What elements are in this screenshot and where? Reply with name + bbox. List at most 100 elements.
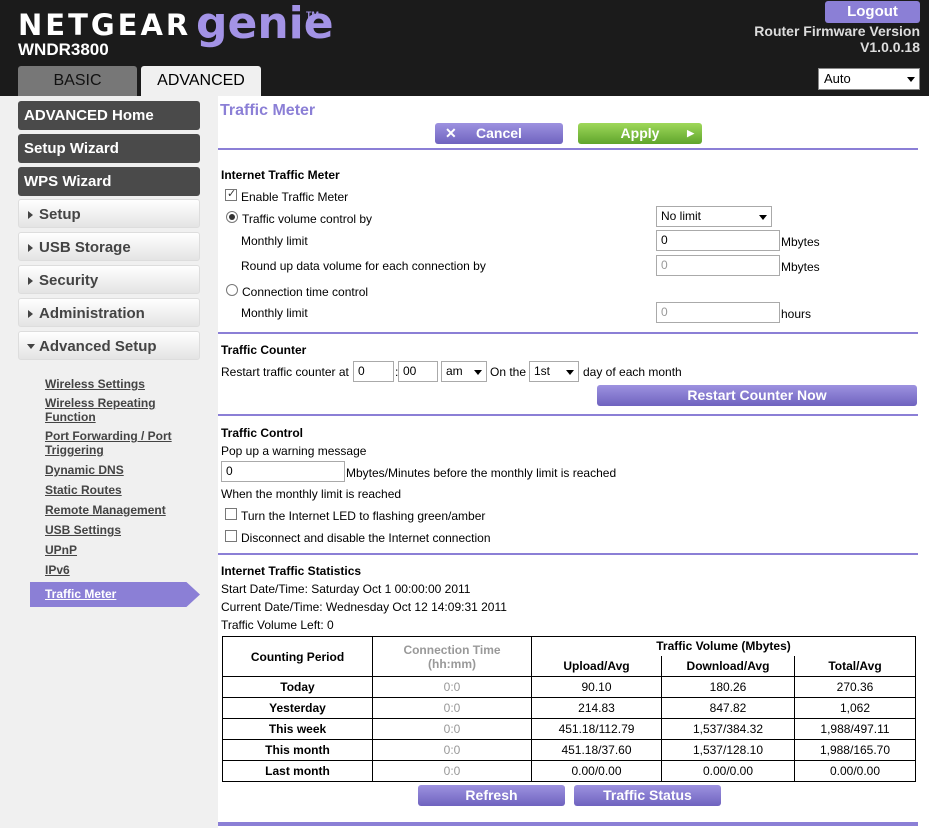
roundup-input[interactable]: 0 (656, 255, 780, 276)
col-connection-time: Connection Time (hh:mm) (372, 636, 532, 677)
on-the-label: On the (490, 365, 527, 379)
tab-basic[interactable]: BASIC (18, 66, 137, 96)
col-period: Counting Period (222, 636, 373, 677)
popup-input[interactable]: 0 (221, 461, 345, 482)
chevron-right-icon (28, 211, 33, 219)
mbytes-unit: Mbytes (781, 235, 820, 249)
chevron-right-icon (28, 244, 33, 252)
sidebar-item-usb-storage[interactable]: USB Storage (18, 232, 200, 261)
volume-left: Traffic Volume Left: 0 (221, 618, 334, 632)
enable-meter-label: Enable Traffic Meter (241, 190, 349, 204)
sublink-usb-settings[interactable]: USB Settings (45, 523, 121, 537)
chevron-right-icon (28, 310, 33, 318)
sidebar-item-administration[interactable]: Administration (18, 298, 200, 327)
sidebar-item-label: Setup (39, 206, 81, 223)
enable-meter-checkbox[interactable] (225, 187, 237, 201)
col-upload: Upload/Avg (531, 655, 662, 677)
divider (218, 553, 918, 555)
col-total: Total/Avg (794, 655, 916, 677)
restart-counter-button[interactable]: Restart Counter Now (597, 385, 917, 406)
popup-suffix: Mbytes/Minutes before the monthly limit … (346, 466, 617, 480)
sidebar-item-advanced-home[interactable]: ADVANCED Home (18, 101, 200, 130)
ampm-select[interactable]: am (441, 361, 487, 382)
connection-time-radio[interactable] (226, 284, 238, 296)
day-suffix-label: day of each month (583, 365, 682, 379)
chevron-down-icon (759, 215, 767, 220)
time-monthly-input[interactable]: 0 (656, 302, 780, 323)
firmware-version: V1.0.0.18 (860, 39, 920, 55)
table-header-row: Counting Period Connection Time (hh:mm) … (222, 636, 916, 677)
sublink-dynamic-dns[interactable]: Dynamic DNS (45, 463, 124, 477)
sidebar-item-wps-wizard[interactable]: WPS Wizard (18, 167, 200, 196)
logout-button[interactable]: Logout (825, 1, 920, 23)
refresh-button[interactable]: Refresh (418, 785, 565, 806)
sublink-port-forwarding[interactable]: Port Forwarding / Port Triggering (45, 429, 180, 457)
chevron-down-icon (566, 370, 574, 375)
sublink-wireless-settings[interactable]: Wireless Settings (45, 377, 145, 391)
page-title: Traffic Meter (220, 102, 316, 119)
monthly-limit-input[interactable]: 0 (656, 230, 780, 251)
table-row: Today 0:0 90.10 180.26 270.36 (222, 676, 916, 698)
section-heading-control: Traffic Control (221, 426, 304, 440)
divider (218, 822, 918, 826)
sublink-remote-management[interactable]: Remote Management (45, 503, 166, 517)
restart-minute-input[interactable]: 00 (398, 361, 438, 382)
volume-control-select[interactable]: No limit (656, 206, 772, 227)
sidebar-item-label: Security (39, 272, 99, 289)
sublink-traffic-meter[interactable]: Traffic Meter (30, 582, 200, 607)
cancel-button[interactable]: ✕ Cancel (435, 123, 563, 144)
language-select[interactable]: Auto (818, 68, 920, 90)
day-select[interactable]: 1st (529, 361, 579, 382)
time-monthly-label: Monthly limit (241, 306, 308, 320)
col-download: Download/Avg (661, 655, 795, 677)
sidebar-item-security[interactable]: Security (18, 265, 200, 294)
table-row: This week 0:0 451.18/112.79 1,537/384.32… (222, 718, 916, 740)
current-datetime: Current Date/Time: Wednesday Oct 12 14:0… (221, 600, 507, 614)
col-traffic-volume: Traffic Volume (Mbytes) (531, 636, 916, 656)
table-row: This month 0:0 451.18/37.60 1,537/128.10… (222, 739, 916, 761)
model-name: WNDR3800 (18, 40, 109, 59)
volume-control-label: Traffic volume control by (242, 212, 373, 226)
traffic-status-button[interactable]: Traffic Status (574, 785, 721, 806)
mbytes-unit: Mbytes (781, 260, 820, 274)
sidebar: ADVANCED Home Setup Wizard WPS Wizard Se… (0, 96, 218, 828)
sublink-wireless-repeating[interactable]: Wireless Repeating Function (45, 396, 175, 424)
section-heading-meter: Internet Traffic Meter (221, 168, 340, 182)
sidebar-item-setup-wizard[interactable]: Setup Wizard (18, 134, 200, 163)
sidebar-item-setup[interactable]: Setup (18, 199, 200, 228)
brand-logo: NETGEAR (18, 8, 192, 42)
firmware-label: Router Firmware Version (754, 23, 920, 39)
disconnect-checkbox[interactable] (225, 530, 237, 542)
section-heading-stats: Internet Traffic Statistics (221, 564, 362, 578)
led-label: Turn the Internet LED to flashing green/… (241, 509, 486, 523)
sublink-upnp[interactable]: UPnP (45, 543, 77, 557)
section-heading-counter: Traffic Counter (221, 343, 307, 357)
connection-time-label: Connection time control (242, 285, 369, 299)
table-row: Last month 0:0 0.00/0.00 0.00/0.00 0.00/… (222, 760, 916, 782)
chevron-down-icon (474, 370, 482, 375)
chevron-down-icon (907, 77, 915, 82)
volume-control-radio[interactable] (226, 211, 238, 223)
main-content: Traffic Meter ✕ Cancel Apply ▶ Internet … (218, 96, 929, 828)
popup-label: Pop up a warning message (221, 444, 367, 458)
sublink-static-routes[interactable]: Static Routes (45, 483, 122, 497)
sidebar-item-advanced-setup[interactable]: Advanced Setup (18, 331, 200, 360)
divider (218, 414, 918, 416)
table-row: Yesterday 0:0 214.83 847.82 1,062 (222, 697, 916, 719)
start-datetime: Start Date/Time: Saturday Oct 1 00:00:00… (221, 582, 471, 596)
disconnect-label: Disconnect and disable the Internet conn… (241, 531, 491, 545)
sublink-ipv6[interactable]: IPv6 (45, 563, 70, 577)
apply-button[interactable]: Apply ▶ (578, 123, 702, 144)
restart-at-label: Restart traffic counter at (221, 365, 349, 379)
led-checkbox[interactable] (225, 508, 237, 520)
chevron-right-icon: ▶ (687, 128, 694, 138)
sidebar-item-label: Administration (39, 305, 145, 322)
monthly-limit-label: Monthly limit (241, 234, 308, 248)
roundup-label: Round up data volume for each connection… (241, 259, 486, 273)
chevron-right-icon (28, 277, 33, 285)
stats-table: Counting Period Connection Time (hh:mm) … (222, 636, 916, 782)
tab-advanced[interactable]: ADVANCED (141, 66, 261, 96)
restart-hour-input[interactable]: 0 (353, 361, 394, 382)
header: NETGEAR genie TM WNDR3800 Logout Router … (0, 0, 929, 96)
language-value: Auto (824, 71, 851, 86)
